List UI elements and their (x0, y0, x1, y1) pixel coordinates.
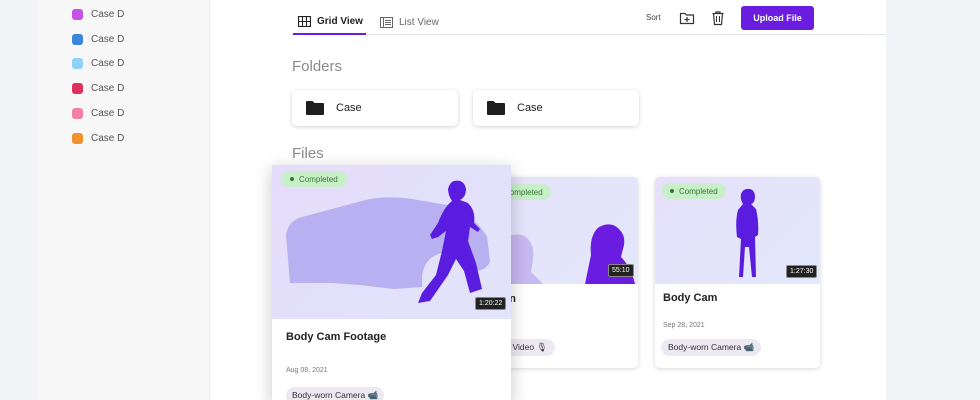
category-tag[interactable]: Body-worn Camera 📹 (286, 387, 385, 400)
folder-icon (306, 101, 324, 115)
case-color-swatch (72, 108, 83, 119)
sidebar-item-label: Case D (91, 83, 125, 94)
grid-icon (298, 15, 311, 27)
sort-button[interactable]: Sort (646, 13, 661, 22)
sidebar-item-label: Case D (91, 34, 125, 45)
file-card[interactable]: Completed 1:27:30 Body Cam Sep 28, 2021 … (655, 177, 820, 368)
file-card-hovered[interactable]: Completed 1:20:22 Body Cam Footage Aug 0… (272, 165, 511, 400)
new-folder-icon[interactable] (679, 10, 695, 26)
case-color-swatch (72, 58, 83, 69)
page-background (886, 0, 980, 400)
duration-badge: 55:10 (608, 264, 634, 277)
sidebar-item-label: Case D (91, 108, 125, 119)
file-title: Body Cam Footage (286, 331, 387, 343)
files-heading: Files (292, 145, 324, 162)
case-color-swatch (72, 9, 83, 20)
duration-badge: 1:20:22 (475, 297, 507, 310)
tabs-divider (291, 34, 862, 35)
sidebar-item-case[interactable]: Case D (72, 34, 124, 45)
sidebar-item-label: Case D (91, 133, 125, 144)
tab-grid-view[interactable]: Grid View (293, 9, 366, 35)
folder-card[interactable]: Case (292, 90, 458, 126)
trash-icon[interactable] (710, 10, 726, 26)
divider (862, 34, 886, 35)
folder-card[interactable]: Case (473, 90, 639, 126)
status-dot (670, 189, 674, 193)
folder-label: Case (336, 102, 362, 114)
case-color-swatch (72, 133, 83, 144)
sidebar-item-label: Case D (91, 9, 125, 20)
tab-label: List View (399, 16, 439, 28)
sidebar-item-case[interactable]: Case D (72, 9, 124, 20)
category-tag[interactable]: Body-worn Camera 📹 (661, 339, 762, 356)
file-date: Sep 28, 2021 (663, 322, 705, 329)
folders-heading: Folders (292, 58, 343, 75)
sidebar: Case D Case D Case D Case D Case D Case … (38, 0, 210, 400)
car-and-person-silhouette-image (286, 180, 490, 303)
folder-icon (487, 101, 505, 115)
video-thumbnail (272, 165, 511, 319)
sidebar-item-case[interactable]: Case D (72, 58, 124, 69)
upload-file-button[interactable]: Upload File (741, 6, 814, 30)
tab-list-view[interactable]: List View (380, 9, 439, 35)
case-color-swatch (72, 83, 83, 94)
status-text: Completed (299, 174, 338, 184)
file-date: Aug 08, 2021 (286, 367, 328, 374)
status-badge: Completed (662, 183, 726, 199)
list-icon (380, 16, 393, 28)
sidebar-item-case[interactable]: Case D (72, 108, 124, 119)
sidebar-item-case[interactable]: Case D (72, 133, 124, 144)
duration-badge: 1:27:30 (786, 265, 818, 278)
status-dot (290, 177, 294, 181)
sidebar-item-label: Case D (91, 58, 125, 69)
folder-label: Case (517, 102, 543, 114)
status-badge: Completed (281, 171, 347, 187)
sidebar-item-case[interactable]: Case D (72, 83, 124, 94)
status-text: Completed (679, 186, 718, 196)
file-title: Body Cam (663, 292, 718, 304)
case-color-swatch (72, 34, 83, 45)
tab-label: Grid View (317, 15, 363, 27)
